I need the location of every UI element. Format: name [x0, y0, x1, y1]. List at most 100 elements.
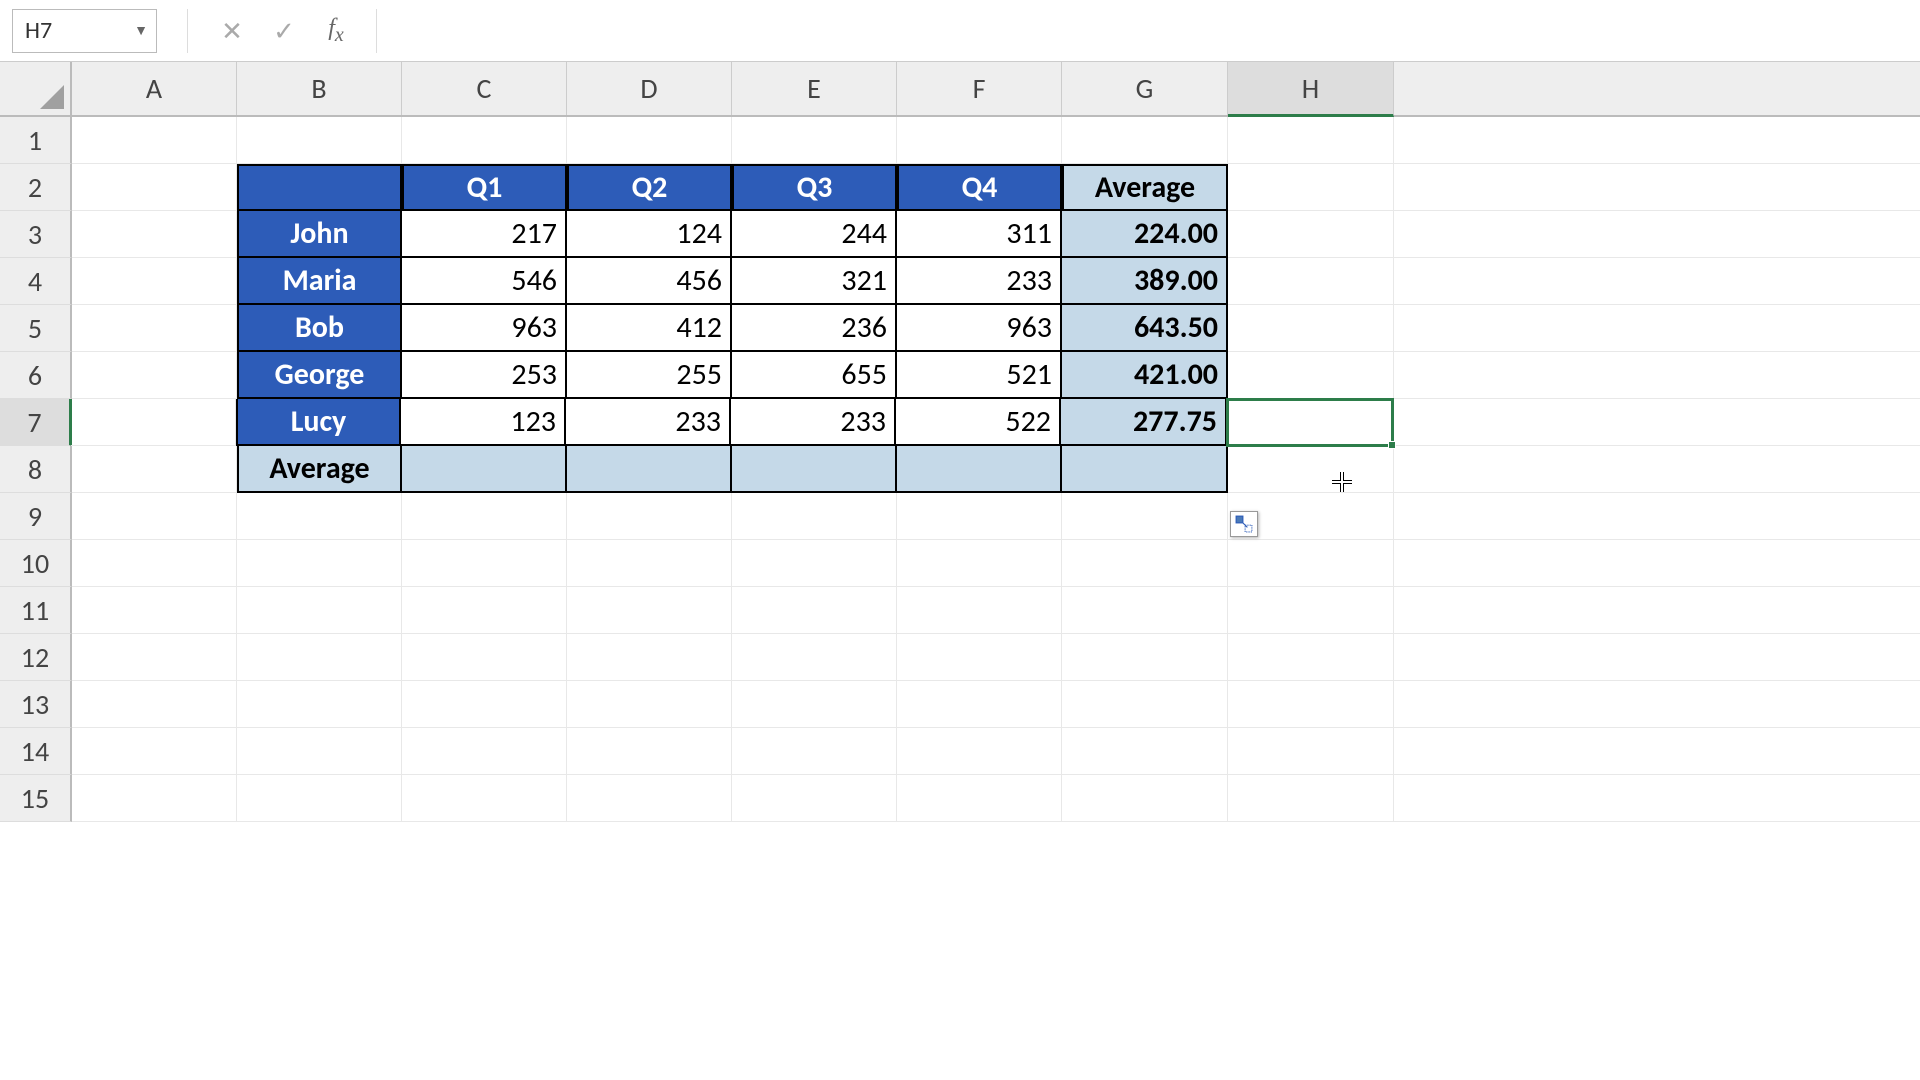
data-cell[interactable]: 655 — [732, 352, 897, 399]
data-cell[interactable]: 217 — [402, 211, 567, 258]
cell[interactable] — [1394, 728, 1920, 775]
name-box-dropdown-icon[interactable]: ▼ — [134, 22, 148, 39]
cell[interactable] — [402, 728, 567, 775]
cell[interactable] — [72, 728, 237, 775]
column-header-g[interactable]: G — [1062, 62, 1228, 115]
data-cell[interactable]: 521 — [897, 352, 1062, 399]
average-row-cell[interactable] — [402, 446, 567, 493]
cell[interactable] — [732, 587, 897, 634]
column-header-b[interactable]: B — [237, 62, 402, 115]
cell[interactable] — [1394, 775, 1920, 822]
row-header-11[interactable]: 11 — [0, 587, 72, 634]
data-cell[interactable]: 253 — [402, 352, 567, 399]
column-header-a[interactable]: A — [72, 62, 237, 115]
cell[interactable] — [1394, 446, 1920, 493]
cell[interactable] — [237, 681, 402, 728]
cell[interactable] — [732, 540, 897, 587]
cell[interactable] — [72, 587, 237, 634]
cell[interactable] — [237, 493, 402, 540]
cell[interactable] — [1394, 493, 1920, 540]
cell[interactable] — [1062, 117, 1228, 164]
data-cell[interactable]: 244 — [732, 211, 897, 258]
enter-button[interactable]: ✓ — [264, 11, 304, 51]
cell[interactable] — [732, 728, 897, 775]
table-header-q2[interactable]: Q2 — [567, 164, 732, 211]
cell[interactable] — [1393, 399, 1920, 446]
cell[interactable] — [567, 634, 732, 681]
cell[interactable] — [402, 587, 567, 634]
cell[interactable] — [1394, 681, 1920, 728]
cell[interactable] — [237, 587, 402, 634]
cell[interactable] — [1394, 587, 1920, 634]
cell[interactable] — [72, 540, 237, 587]
cell[interactable] — [72, 305, 237, 352]
cell[interactable] — [1228, 681, 1394, 728]
average-row-cell[interactable] — [897, 446, 1062, 493]
cell[interactable] — [72, 117, 237, 164]
column-header-f[interactable]: F — [897, 62, 1062, 115]
data-cell[interactable]: 233 — [731, 399, 896, 446]
data-cell[interactable]: 233 — [897, 258, 1062, 305]
data-cell[interactable]: 236 — [732, 305, 897, 352]
cell[interactable] — [567, 775, 732, 822]
select-all-button[interactable] — [0, 62, 72, 115]
cell[interactable] — [1228, 775, 1394, 822]
cell[interactable] — [1394, 634, 1920, 681]
cell[interactable] — [71, 399, 236, 446]
cell[interactable] — [1394, 305, 1920, 352]
cell[interactable] — [567, 587, 732, 634]
cell[interactable] — [237, 728, 402, 775]
cell[interactable] — [1228, 540, 1394, 587]
data-cell[interactable]: 124 — [567, 211, 732, 258]
cell[interactable] — [1062, 728, 1228, 775]
average-cell[interactable]: 421.00 — [1062, 352, 1228, 399]
row-header-2[interactable]: 2 — [0, 164, 72, 211]
row-header-3[interactable]: 3 — [0, 211, 72, 258]
cell[interactable] — [72, 493, 237, 540]
cell[interactable] — [72, 775, 237, 822]
cell[interactable] — [897, 681, 1062, 728]
formula-input[interactable] — [376, 9, 1920, 53]
cell[interactable] — [1228, 305, 1394, 352]
column-header-extra[interactable] — [1394, 62, 1920, 115]
cell[interactable] — [402, 634, 567, 681]
average-row-cell[interactable] — [732, 446, 897, 493]
cell[interactable] — [72, 352, 237, 399]
cell[interactable] — [402, 117, 567, 164]
column-header-h[interactable]: H — [1228, 62, 1394, 117]
row-header-7[interactable]: 7 — [0, 399, 72, 446]
data-cell[interactable]: 412 — [567, 305, 732, 352]
cell[interactable] — [237, 540, 402, 587]
cell[interactable] — [1228, 728, 1394, 775]
data-cell[interactable]: 311 — [897, 211, 1062, 258]
cell[interactable] — [897, 634, 1062, 681]
average-cell[interactable]: 277.75 — [1061, 399, 1227, 446]
cell[interactable] — [897, 587, 1062, 634]
cell[interactable] — [1062, 775, 1228, 822]
cell[interactable] — [897, 540, 1062, 587]
cell[interactable] — [237, 775, 402, 822]
cell[interactable] — [1062, 587, 1228, 634]
cell[interactable] — [72, 634, 237, 681]
cell[interactable] — [402, 775, 567, 822]
insert-function-button[interactable]: fx — [316, 11, 356, 51]
row-header-9[interactable]: 9 — [0, 493, 72, 540]
cell[interactable] — [72, 446, 237, 493]
cancel-button[interactable]: ✕ — [212, 11, 252, 51]
cell[interactable] — [1228, 446, 1394, 493]
cell[interactable] — [1228, 164, 1394, 211]
cell[interactable] — [72, 258, 237, 305]
cell[interactable] — [567, 540, 732, 587]
autofill-options-button[interactable] — [1230, 511, 1258, 537]
cell[interactable] — [1228, 352, 1394, 399]
cell[interactable] — [1394, 211, 1920, 258]
cell[interactable] — [567, 681, 732, 728]
cell[interactable] — [1394, 540, 1920, 587]
cell[interactable] — [1394, 352, 1920, 399]
row-name[interactable]: John — [237, 211, 402, 258]
row-header-13[interactable]: 13 — [0, 681, 72, 728]
column-header-e[interactable]: E — [732, 62, 897, 115]
cell[interactable] — [897, 493, 1062, 540]
row-header-5[interactable]: 5 — [0, 305, 72, 352]
row-header-8[interactable]: 8 — [0, 446, 72, 493]
